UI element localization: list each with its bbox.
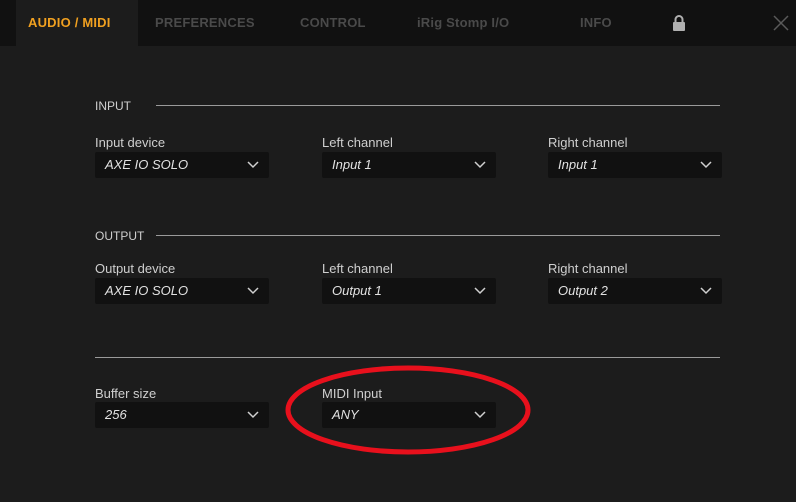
input-device-select[interactable]: AXE IO SOLO [95, 152, 269, 178]
input-section-label: INPUT [95, 99, 131, 113]
output-right-channel-label: Right channel [548, 261, 628, 276]
tab-irig-stomp-io[interactable]: iRig Stomp I/O [417, 0, 509, 46]
input-device-label: Input device [95, 135, 166, 150]
chevron-down-icon [700, 161, 712, 169]
tab-control-label: CONTROL [300, 15, 366, 30]
input-left-channel-select[interactable]: Input 1 [322, 152, 496, 178]
tab-info-label: INFO [580, 15, 612, 30]
input-left-channel-value: Input 1 [332, 157, 372, 172]
chevron-down-icon [247, 287, 259, 295]
chevron-down-icon [247, 411, 259, 419]
tab-audio-midi[interactable]: AUDIO / MIDI [16, 0, 138, 46]
buffer-size-value: 256 [105, 407, 127, 422]
input-device-value: AXE IO SOLO [105, 157, 189, 172]
tab-irig-stomp-io-label: iRig Stomp I/O [417, 15, 510, 30]
tab-info[interactable]: INFO [580, 0, 612, 46]
output-divider [156, 235, 720, 236]
output-left-channel-select[interactable]: Output 1 [322, 278, 496, 304]
input-right-channel-label: Right channel [548, 135, 628, 150]
tab-bar: AUDIO / MIDI PREFERENCES CONTROL iRig St… [0, 0, 796, 46]
highlight-ellipse [285, 365, 531, 455]
chevron-down-icon [247, 161, 259, 169]
tab-control[interactable]: CONTROL [300, 0, 366, 46]
output-device-value: AXE IO SOLO [105, 283, 189, 298]
output-device-label: Output device [95, 261, 176, 276]
chevron-down-icon [474, 287, 486, 295]
chevron-down-icon [700, 287, 712, 295]
input-right-channel-select[interactable]: Input 1 [548, 152, 722, 178]
tab-preferences[interactable]: PREFERENCES [155, 0, 255, 46]
output-left-channel-value: Output 1 [332, 283, 382, 298]
tab-audio-midi-label: AUDIO / MIDI [28, 15, 111, 30]
chevron-down-icon [474, 161, 486, 169]
close-icon[interactable] [772, 14, 790, 32]
output-right-channel-select[interactable]: Output 2 [548, 278, 722, 304]
output-device-select[interactable]: AXE IO SOLO [95, 278, 269, 304]
input-divider [156, 105, 720, 106]
input-left-channel-label: Left channel [322, 135, 393, 150]
input-right-channel-value: Input 1 [558, 157, 598, 172]
output-right-channel-value: Output 2 [558, 283, 608, 298]
output-section-label: OUTPUT [95, 229, 145, 243]
buffer-size-select[interactable]: 256 [95, 402, 269, 428]
buffer-size-label: Buffer size [95, 386, 157, 401]
tab-preferences-label: PREFERENCES [155, 15, 255, 30]
lock-icon[interactable] [672, 15, 686, 31]
misc-divider [95, 357, 720, 358]
output-left-channel-label: Left channel [322, 261, 393, 276]
